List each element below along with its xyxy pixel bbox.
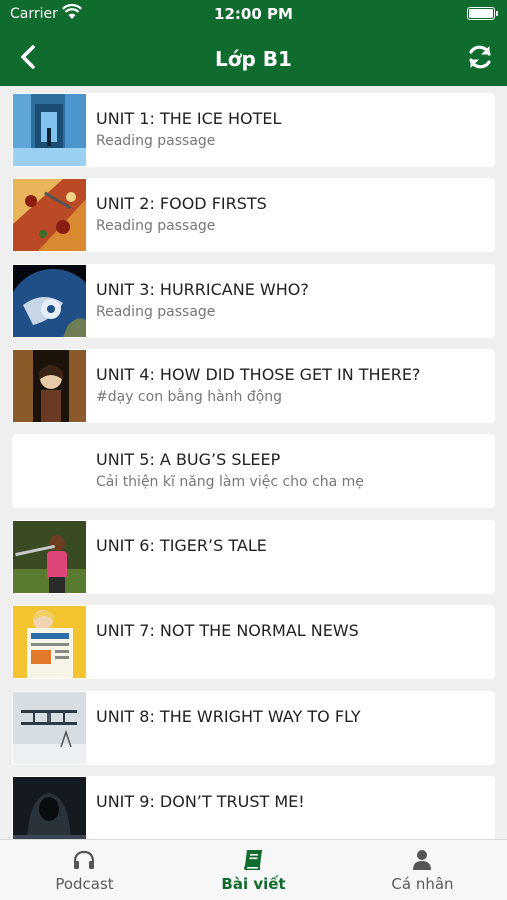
unit-subtitle: Cải thiện kĩ năng làm việc cho cha mẹ (96, 474, 364, 490)
unit-list[interactable]: UNIT 1: THE ICE HOTEL Reading passage UN… (0, 86, 507, 839)
unit-title: UNIT 8: THE WRIGHT WAY TO FLY (96, 707, 361, 726)
unit-title: UNIT 7: NOT THE NORMAL NEWS (96, 621, 359, 640)
unit-title: UNIT 6: TIGER’S TALE (96, 536, 267, 555)
list-item[interactable]: UNIT 1: THE ICE HOTEL Reading passage (12, 93, 495, 167)
unit-thumbnail (13, 606, 86, 678)
list-item[interactable]: UNIT 9: DON’T TRUST ME! (12, 776, 495, 839)
unit-subtitle: Reading passage (96, 218, 216, 234)
book-icon (244, 850, 262, 870)
status-bar: Carrier 12:00 PM (0, 0, 507, 30)
tab-podcast[interactable]: Podcast (0, 840, 169, 900)
unit-thumbnail (13, 435, 86, 507)
unit-title: UNIT 9: DON’T TRUST ME! (96, 792, 305, 811)
unit-subtitle: Reading passage (96, 304, 216, 320)
unit-thumbnail (13, 94, 86, 166)
list-item[interactable]: UNIT 5: A BUG’S SLEEP Cải thiện kĩ năng … (12, 434, 495, 508)
headphones-icon (73, 850, 95, 869)
tab-label: Bài viết (221, 875, 286, 893)
unit-thumbnail (13, 777, 86, 839)
user-icon (413, 850, 431, 870)
status-time: 12:00 PM (214, 5, 293, 23)
list-item[interactable]: UNIT 3: HURRICANE WHO? Reading passage (12, 264, 495, 338)
tab-profile[interactable]: Cá nhân (338, 840, 507, 900)
tab-label: Podcast (55, 875, 114, 893)
battery-icon (467, 7, 498, 20)
list-item[interactable]: UNIT 8: THE WRIGHT WAY TO FLY (12, 691, 495, 765)
unit-title: UNIT 2: FOOD FIRSTS (96, 194, 267, 213)
unit-subtitle: #dạy con bằng hành động (96, 389, 283, 405)
unit-title: UNIT 1: THE ICE HOTEL (96, 109, 282, 128)
list-item[interactable]: UNIT 4: HOW DID THOSE GET IN THERE? #dạy… (12, 349, 495, 423)
list-item[interactable]: UNIT 6: TIGER’S TALE (12, 520, 495, 594)
unit-subtitle: Reading passage (96, 133, 216, 149)
tab-bar: Podcast Bài viết Cá nhân (0, 839, 507, 900)
unit-thumbnail (13, 265, 86, 337)
tab-label: Cá nhân (391, 875, 454, 893)
unit-thumbnail (13, 179, 86, 251)
list-item[interactable]: UNIT 2: FOOD FIRSTS Reading passage (12, 178, 495, 252)
unit-title: UNIT 3: HURRICANE WHO? (96, 280, 309, 299)
tab-articles[interactable]: Bài viết (169, 840, 338, 900)
unit-title: UNIT 4: HOW DID THOSE GET IN THERE? (96, 365, 421, 384)
unit-thumbnail (13, 521, 86, 593)
unit-thumbnail (13, 350, 86, 422)
app-header: Carrier 12:00 PM Lớp B1 (0, 0, 507, 86)
page-title: Lớp B1 (215, 47, 292, 71)
unit-thumbnail (13, 692, 86, 764)
list-item[interactable]: UNIT 7: NOT THE NORMAL NEWS (12, 605, 495, 679)
unit-title: UNIT 5: A BUG’S SLEEP (96, 450, 281, 469)
refresh-icon[interactable] (465, 42, 495, 72)
